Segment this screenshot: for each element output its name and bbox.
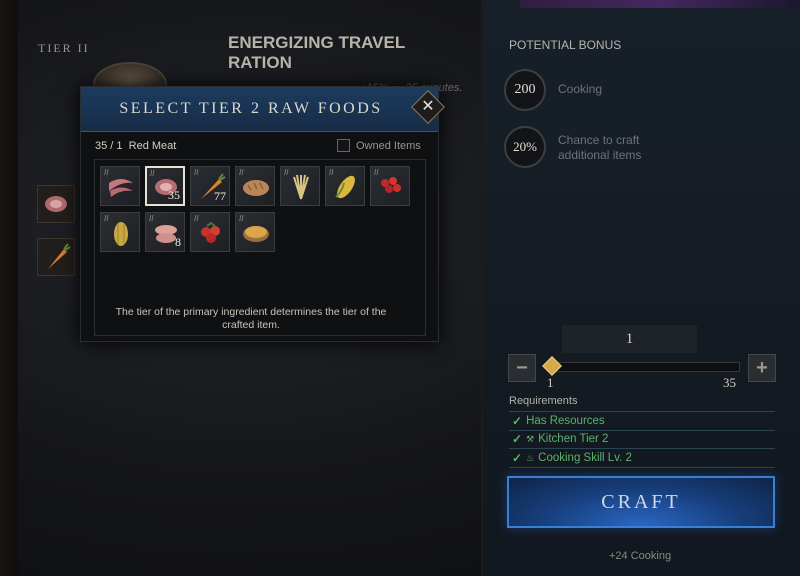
select-raw-foods-modal: SELECT TIER 2 RAW FOODS 35 / 1 Red Meat …: [80, 86, 439, 342]
check-icon: ✓: [512, 432, 523, 446]
close-icon[interactable]: ✕: [416, 95, 440, 119]
chance-bonus-label: Chance to craft additional items: [558, 133, 641, 163]
item-carrot[interactable]: II 77: [190, 166, 230, 206]
requirement-label: Cooking Skill Lv. 2: [538, 452, 632, 464]
item-poultry[interactable]: II 8: [145, 212, 185, 252]
top-glow-decoration: [520, 0, 800, 8]
panel-divider: [481, 0, 483, 576]
meat-icon: [45, 196, 67, 212]
item-squash[interactable]: II: [100, 212, 140, 252]
bread-icon: [243, 180, 269, 196]
corn-icon: [335, 175, 355, 199]
check-icon: ✓: [512, 451, 523, 465]
selected-item-name: Red Meat: [128, 140, 177, 152]
quantity-input[interactable]: 1: [562, 325, 697, 353]
chance-bonus-value: 20%: [504, 126, 546, 168]
wheat-icon: [293, 174, 309, 200]
check-icon: ✓: [512, 414, 523, 428]
decrease-quantity-button[interactable]: −: [508, 354, 536, 382]
cooking-xp-reward: +24 Cooking: [609, 550, 672, 562]
item-pie[interactable]: II: [235, 212, 275, 252]
cooking-bonus-value: 200: [504, 69, 546, 111]
raw-bacon-icon: [109, 179, 133, 197]
slider-min-label: 1: [547, 375, 554, 390]
item-quantity: 77: [214, 189, 226, 203]
item-quantity: 35: [168, 188, 180, 202]
item-raw-bacon[interactable]: II: [100, 166, 140, 206]
owned-items-label: Owned Items: [356, 139, 421, 152]
item-tomatoes[interactable]: II: [190, 212, 230, 252]
selection-count-value: 35 / 1: [95, 140, 123, 152]
tomatoes-icon: [201, 221, 220, 243]
quantity-slider[interactable]: [552, 362, 740, 372]
modal-header: SELECT TIER 2 RAW FOODS: [81, 87, 438, 132]
cooking-skill-icon: ♨: [526, 452, 535, 463]
requirements-divider: [509, 448, 775, 449]
requirement-label: Has Resources: [526, 415, 605, 427]
kitchen-icon: ⚒: [526, 433, 535, 444]
item-berries[interactable]: II: [370, 166, 410, 206]
item-corn[interactable]: II: [325, 166, 365, 206]
requirement-cooking-skill: ✓ ♨ Cooking Skill Lv. 2: [512, 451, 632, 465]
squash-icon: [114, 222, 128, 246]
carrot-icon: [48, 243, 71, 269]
requirements-divider: [509, 411, 775, 412]
recipe-tier-label: TIER II: [38, 41, 90, 55]
berries-icon: [381, 177, 401, 193]
requirements-divider: [509, 430, 775, 431]
left-edge-decoration: [0, 0, 18, 576]
recipe-title: ENERGIZING TRAVEL RATION: [228, 33, 405, 72]
increase-quantity-button[interactable]: +: [748, 354, 776, 382]
slider-max-label: 35: [723, 375, 736, 390]
item-quantity: 8: [175, 235, 181, 249]
ingredient-slot-meat[interactable]: [37, 185, 75, 223]
owned-items-checkbox[interactable]: [337, 139, 350, 152]
pie-icon: [243, 226, 269, 242]
craft-button[interactable]: CRAFT: [507, 476, 775, 528]
item-bread[interactable]: II: [235, 166, 275, 206]
ingredient-slot-carrot[interactable]: [37, 238, 75, 276]
item-red-meat[interactable]: II 35: [145, 166, 185, 206]
potential-bonus-title: POTENTIAL BONUS: [509, 38, 622, 52]
requirement-has-resources: ✓ Has Resources: [512, 414, 605, 428]
chance-bonus-label-line2: additional items: [558, 148, 642, 162]
owned-items-filter[interactable]: Owned Items: [337, 139, 421, 152]
chance-bonus-label-line1: Chance to craft: [558, 133, 640, 147]
requirements-divider: [509, 467, 775, 468]
item-wheat[interactable]: II: [280, 166, 320, 206]
modal-title: SELECT TIER 2 RAW FOODS: [119, 100, 383, 117]
requirement-kitchen-tier: ✓ ⚒ Kitchen Tier 2: [512, 432, 608, 446]
tier-hint-text: The tier of the primary ingredient deter…: [115, 306, 387, 331]
requirements-title: Requirements: [509, 395, 578, 407]
cooking-bonus-label: Cooking: [558, 82, 603, 96]
requirement-label: Kitchen Tier 2: [538, 433, 609, 445]
selection-count: 35 / 1 Red Meat: [95, 140, 176, 152]
